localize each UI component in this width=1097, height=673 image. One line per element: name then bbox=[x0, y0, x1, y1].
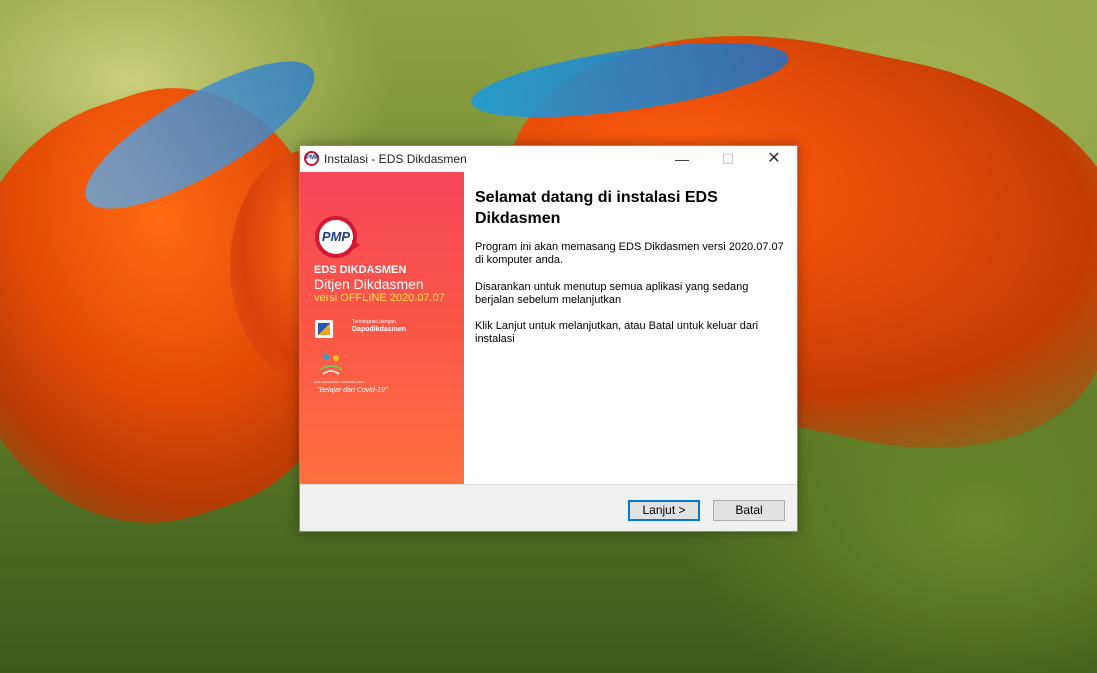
dapodikdasmen-icon bbox=[315, 320, 333, 338]
button-bar: Lanjut > Batal bbox=[300, 484, 797, 531]
integrated-name: Dapodikdasmen bbox=[352, 326, 407, 333]
installer-content: Selamat datang di instalasi EDS Dikdasme… bbox=[464, 172, 797, 484]
next-button[interactable]: Lanjut > bbox=[628, 500, 700, 521]
installer-window: PMP Instalasi - EDS Dikdasmen — ☐ ✕ PMP … bbox=[299, 145, 798, 532]
version-label: versi OFFLINE 2020.07.07 bbox=[314, 292, 445, 304]
pmp-logo-text: PMP bbox=[321, 229, 351, 244]
window-title: Instalasi - EDS Dikdasmen bbox=[324, 152, 467, 166]
welcome-heading: Selamat datang di instalasi EDS Dikdasme… bbox=[475, 189, 718, 227]
hardiknas-tagline: "Belajar dari Covid-19" bbox=[317, 387, 388, 394]
continue-instructions: Klik Lanjut untuk melanjutkan, atau Bata… bbox=[475, 320, 759, 345]
logo-arrow-icon bbox=[352, 240, 360, 250]
integrated-caption: Terintegrasi dengan bbox=[352, 319, 396, 325]
maximize-button[interactable]: ☐ bbox=[705, 146, 751, 172]
product-name: EDS DIKDASMEN bbox=[314, 264, 407, 276]
install-description: Program ini akan memasang EDS Dikdasmen … bbox=[475, 241, 784, 266]
pmp-logo: PMP bbox=[315, 216, 357, 258]
title-bar[interactable]: PMP Instalasi - EDS Dikdasmen — ☐ ✕ bbox=[300, 146, 797, 172]
minimize-button[interactable]: — bbox=[659, 146, 705, 172]
organization-name: Ditjen Dikdasmen bbox=[314, 276, 424, 292]
hardiknas-logo-icon bbox=[319, 354, 343, 375]
close-button[interactable]: ✕ bbox=[751, 146, 797, 172]
installer-sidebar: PMP EDS DIKDASMEN Ditjen Dikdasmen versi… bbox=[300, 172, 464, 484]
close-apps-advice: Disarankan untuk menutup semua aplikasi … bbox=[475, 281, 749, 306]
cancel-button[interactable]: Batal bbox=[713, 500, 785, 521]
hardiknas-caption: HARI PENDIDIKAN NASIONAL 2020 bbox=[314, 380, 364, 384]
app-icon: PMP bbox=[304, 151, 319, 166]
